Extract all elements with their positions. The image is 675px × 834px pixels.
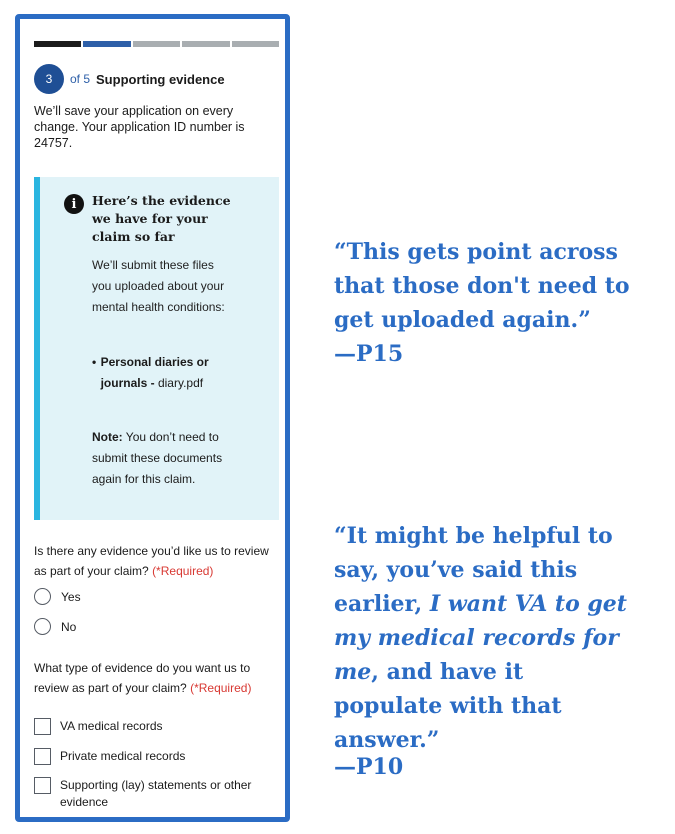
alert-note: Note: You don’t need to submit these doc… xyxy=(92,427,232,490)
alert-body: We’ll submit these files you uploaded ab… xyxy=(92,258,225,314)
progress-segment-2 xyxy=(83,41,131,47)
step-indicator: 3 of 5 Supporting evidence xyxy=(34,64,225,94)
alert-heading: Here’s the evidence we have for your cla… xyxy=(92,193,231,244)
checkbox-label: Private medical records xyxy=(60,749,186,763)
evidence-type-question: What type of evidence do you want us to … xyxy=(34,658,282,698)
radio-button[interactable] xyxy=(34,588,51,605)
step-number-badge: 3 xyxy=(34,64,64,94)
quote-attribution-p10: —P10 xyxy=(334,754,404,780)
required-label: (*Required) xyxy=(152,564,214,578)
progress-segment-1 xyxy=(34,41,82,47)
checkbox[interactable] xyxy=(34,777,51,794)
radio-option-yes[interactable]: Yes xyxy=(34,588,81,605)
progress-segment-3 xyxy=(132,41,181,47)
radio-label: No xyxy=(61,619,77,634)
note-label: Note: xyxy=(92,430,123,444)
list-item: • Personal diaries or journals - diary.p… xyxy=(92,352,232,394)
checkbox-private-medical-records[interactable]: Private medical records xyxy=(34,748,185,765)
checkbox-lay-statements[interactable]: Supporting (lay) statements or other evi… xyxy=(34,777,264,811)
bullet-icon: • xyxy=(92,355,97,369)
file-name: diary.pdf xyxy=(157,376,204,390)
radio-button[interactable] xyxy=(34,618,51,635)
radio-label: Yes xyxy=(61,589,81,604)
checkbox[interactable] xyxy=(34,748,51,765)
checkbox-label: VA medical records xyxy=(60,719,163,733)
uploaded-files-list: • Personal diaries or journals - diary.p… xyxy=(92,352,232,394)
checkbox[interactable] xyxy=(34,718,51,735)
participant-quote-p15: “This gets point across that those don't… xyxy=(334,235,634,371)
evidence-info-alert: i Here’s the evidence we have for your c… xyxy=(34,177,279,520)
quote-text: “This gets point across that those don't… xyxy=(334,239,630,333)
radio-option-no[interactable]: No xyxy=(34,618,76,635)
info-icon: i xyxy=(64,194,84,214)
progress-bar xyxy=(34,41,280,47)
checkbox-va-medical-records[interactable]: VA medical records xyxy=(34,718,163,735)
required-label: (*Required) xyxy=(190,681,252,695)
save-notice: We’ll save your application on every cha… xyxy=(34,104,245,150)
quote-attribution: —P15 xyxy=(334,341,404,367)
mobile-form-screenshot: 3 of 5 Supporting evidence We’ll save yo… xyxy=(15,14,290,822)
participant-quote-p10: “It might be helpful to say, you’ve said… xyxy=(334,519,634,757)
step-title: Supporting evidence xyxy=(96,71,225,87)
progress-segment-4 xyxy=(182,41,230,47)
checkbox-label: Supporting (lay) statements or other evi… xyxy=(60,778,252,809)
evidence-question: Is there any evidence you’d like us to r… xyxy=(34,541,282,581)
progress-segment-5 xyxy=(231,41,280,47)
step-count: of 5 xyxy=(70,72,91,86)
